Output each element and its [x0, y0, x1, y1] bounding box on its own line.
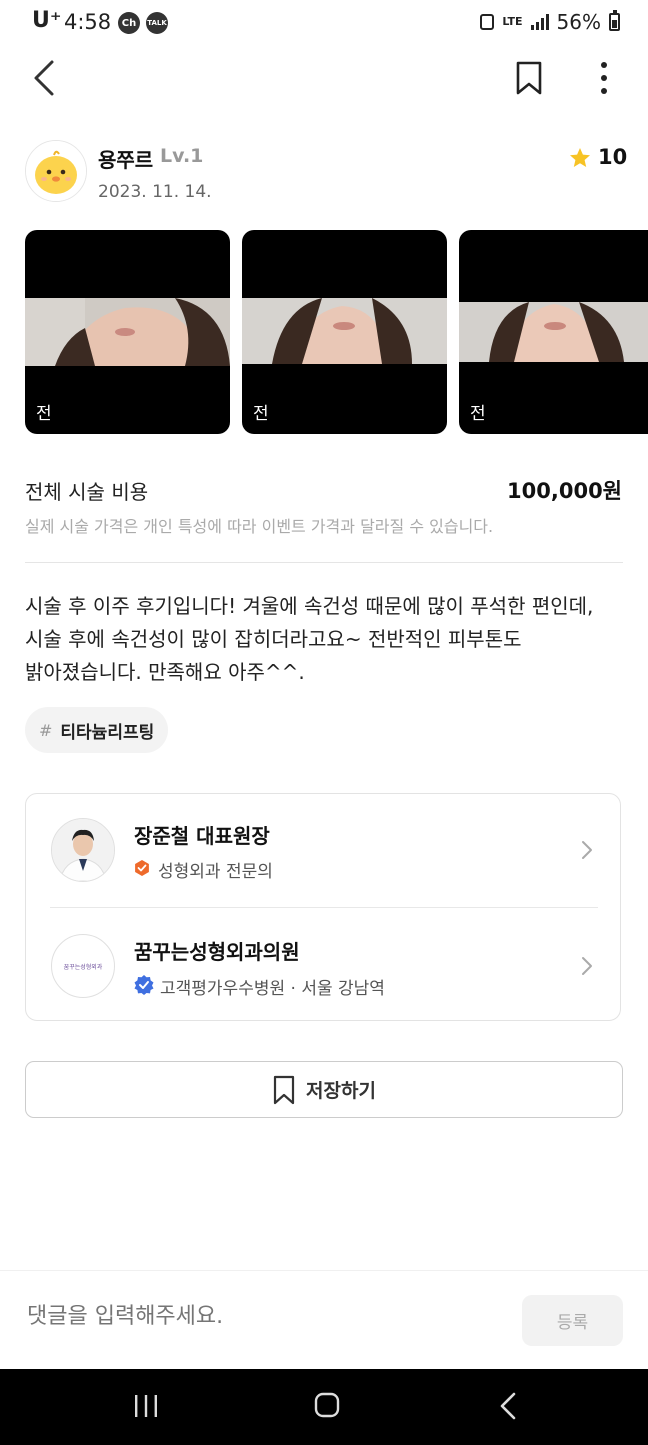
hospital-meta: 고객평가우수병원 · 서울 강남역 — [160, 979, 385, 999]
photo-thumbnail[interactable]: 전 — [242, 230, 447, 434]
section-divider — [25, 562, 623, 563]
status-bar: U⁺ 4:58 Ch TALK LTE 56% — [0, 0, 648, 44]
more-options-button[interactable] — [584, 58, 624, 98]
cost-disclaimer: 실제 시술 가격은 개인 특성에 따라 이벤트 가격과 달라질 수 있습니다. — [25, 517, 494, 536]
more-vertical-icon — [601, 62, 607, 94]
submit-comment-button[interactable]: 등록 — [522, 1295, 623, 1346]
face-photo — [242, 298, 447, 364]
author-avatar[interactable] — [25, 140, 87, 202]
verified-hospital-icon — [134, 975, 154, 995]
doctor-avatar — [51, 818, 115, 882]
face-photo — [25, 298, 230, 366]
doctor-role: 성형외과 전문의 — [158, 862, 273, 882]
review-line: 시술 후에 속건성이 많이 잡히더라고요~ 전반적인 피부톤도 — [25, 627, 522, 651]
channel-notification-icon: Ch — [118, 12, 140, 34]
bookmark-button[interactable] — [510, 58, 550, 98]
carrier-label: U⁺ — [32, 8, 62, 33]
rating-score: 10 — [598, 145, 628, 169]
photo-thumbnail[interactable]: 전 — [25, 230, 230, 434]
bookmark-icon — [273, 1075, 295, 1104]
battery-icon — [609, 10, 620, 31]
author-level: Lv.1 — [160, 145, 204, 167]
face-photo — [459, 302, 648, 362]
bookmark-icon — [516, 61, 542, 95]
cost-label: 전체 시술 비용 — [25, 480, 149, 504]
photo-label: 전 — [36, 404, 52, 424]
signal-icon — [530, 14, 549, 30]
post-date: 2023. 11. 14. — [98, 182, 212, 202]
star-icon — [570, 148, 590, 167]
save-button[interactable]: 저장하기 — [25, 1061, 623, 1118]
review-line: 시술 후 이주 후기입니다! 겨울에 속건성 때문에 많이 푸석한 편인데, — [25, 594, 594, 618]
doctor-photo — [52, 819, 114, 881]
doctor-row[interactable]: 장준철 대표원장 성형외과 전문의 — [26, 794, 622, 907]
talk-notification-icon: TALK — [146, 12, 168, 34]
photo-label: 전 — [470, 404, 486, 424]
chick-avatar-icon — [26, 141, 86, 201]
hospital-name: 꿈꾸는성형외과의원 — [134, 940, 300, 964]
treatment-tag[interactable]: # 티타늄리프팅 — [25, 707, 169, 753]
status-time: 4:58 — [64, 10, 112, 34]
doctor-name: 장준철 대표원장 — [134, 824, 270, 848]
data-saver-icon — [480, 14, 495, 30]
hospital-row[interactable]: 꿈꾸는성형외과 꿈꾸는성형외과의원 고객평가우수병원 · 서울 강남역 — [26, 908, 622, 1020]
photo-label: 전 — [253, 404, 269, 424]
chevron-right-icon — [582, 957, 592, 975]
battery-percent: 56% — [556, 10, 601, 34]
chevron-right-icon — [582, 841, 592, 859]
verified-specialist-icon — [135, 860, 149, 876]
comment-input[interactable] — [25, 1303, 499, 1330]
cost-value: 100,000원 — [507, 479, 622, 503]
status-indicators: LTE 56% — [480, 10, 620, 34]
back-arrow-icon — [34, 60, 54, 96]
author-username[interactable]: 용쭈르 — [98, 144, 153, 173]
back-button[interactable] — [28, 56, 72, 100]
doctor-hospital-card: 장준철 대표원장 성형외과 전문의 꿈꾸는성형외과 꿈꾸는성형외과의원 고객평가… — [25, 793, 621, 1021]
hospital-logo-text: 꿈꾸는성형외과 — [63, 963, 103, 971]
system-back-icon[interactable] — [498, 1391, 518, 1421]
home-icon[interactable] — [313, 1391, 341, 1419]
recent-apps-icon[interactable] — [133, 1393, 159, 1419]
photo-thumbnail[interactable]: 전 — [459, 230, 648, 434]
hash-icon: # — [39, 720, 53, 740]
review-text: 시술 후 이주 후기입니다! 겨울에 속건성 때문에 많이 푸석한 편인데, 시… — [25, 590, 625, 689]
review-line: 밝아졌습니다. 만족해요 아주^^. — [25, 660, 305, 684]
network-type: LTE — [502, 15, 523, 28]
tag-label: 티타늄리프팅 — [60, 722, 155, 743]
save-label: 저장하기 — [306, 1080, 376, 1102]
hospital-logo: 꿈꾸는성형외과 — [51, 934, 115, 998]
